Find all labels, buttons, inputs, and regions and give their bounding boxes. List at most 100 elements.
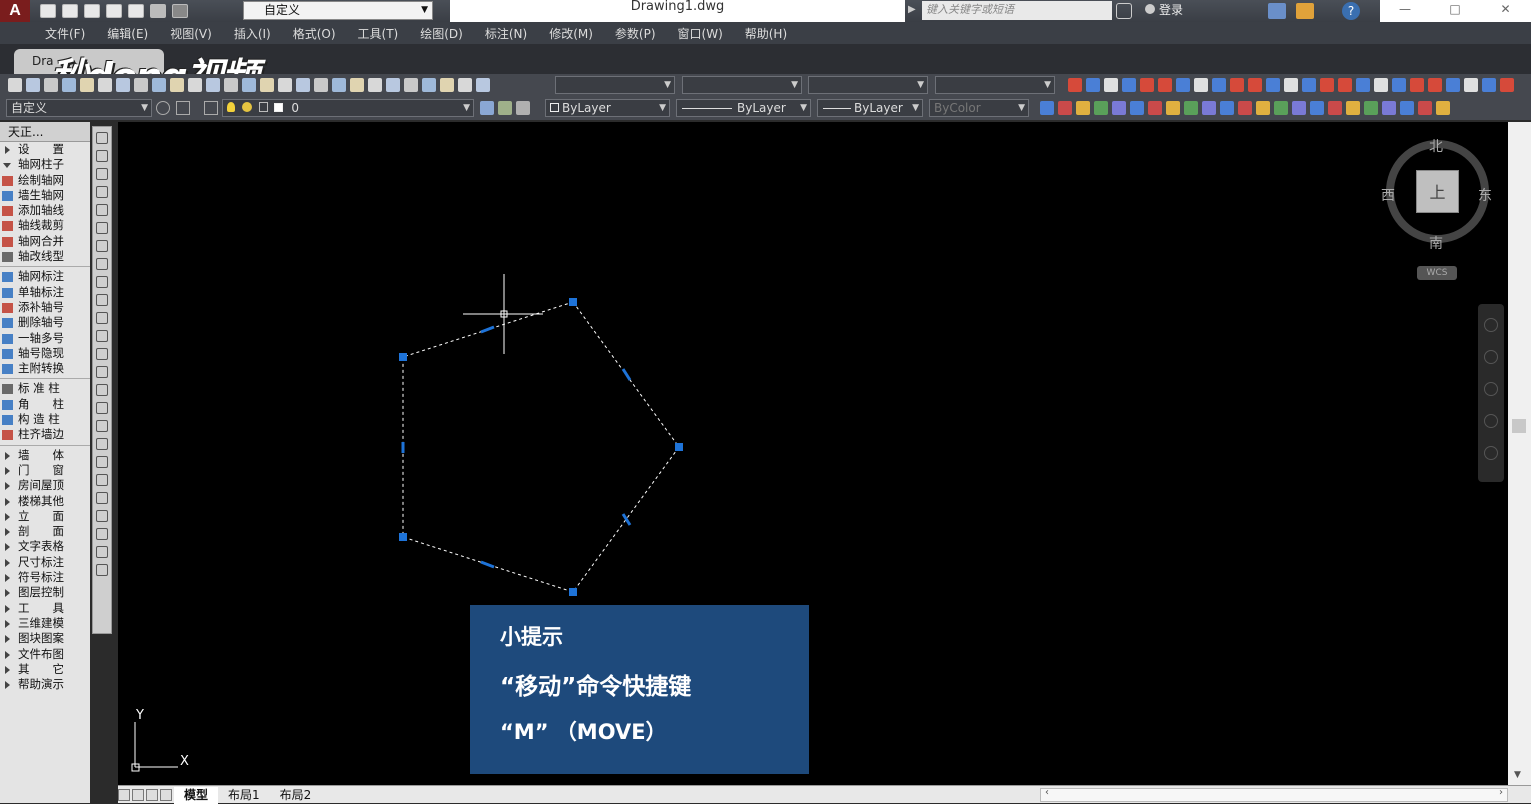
screen-menu-item[interactable]: 角 柱 [0, 397, 90, 412]
layer-match-icon[interactable] [516, 101, 530, 115]
standard-tool-icon[interactable] [8, 78, 22, 92]
tianzheng-tool-icon[interactable] [1382, 101, 1396, 115]
standard-tool-icon[interactable] [386, 78, 400, 92]
draw-tool-icon[interactable] [96, 438, 108, 450]
tianzheng-tool-icon[interactable] [1346, 101, 1360, 115]
orbit-icon[interactable] [1484, 414, 1498, 428]
horizontal-scrollbar[interactable]: ‹ › [1040, 787, 1508, 802]
standard-tool-icon[interactable] [116, 78, 130, 92]
open-file-icon[interactable] [62, 4, 78, 18]
tianzheng-tool-icon[interactable] [1238, 101, 1252, 115]
dimension-tool-icon[interactable] [1302, 78, 1316, 92]
screen-menu-item[interactable]: 图块图案 [0, 631, 90, 646]
standard-tool-icon[interactable] [80, 78, 94, 92]
standard-tool-icon[interactable] [440, 78, 454, 92]
exchange-icon[interactable] [1268, 3, 1286, 19]
screen-menu-item[interactable]: 房间屋顶 [0, 478, 90, 493]
screen-menu-item[interactable]: 绘制轴网 [0, 173, 90, 188]
dimension-tool-icon[interactable] [1428, 78, 1442, 92]
screen-menu-item[interactable]: 剖 面 [0, 524, 90, 539]
draw-tool-icon[interactable] [96, 348, 108, 360]
screen-menu-item[interactable]: 轴网合并 [0, 234, 90, 249]
dimension-tool-icon[interactable] [1464, 78, 1478, 92]
standard-tool-icon[interactable] [368, 78, 382, 92]
layer-previous-icon[interactable] [498, 101, 512, 115]
draw-tool-icon[interactable] [96, 366, 108, 378]
menu-item-4[interactable]: 格式(O) [293, 25, 336, 42]
dimension-tool-icon[interactable] [1104, 78, 1118, 92]
draw-tool-icon[interactable] [96, 330, 108, 342]
menu-item-5[interactable]: 工具(T) [358, 25, 399, 42]
screen-menu-item[interactable]: 添补轴号 [0, 300, 90, 315]
screen-menu-item[interactable]: 工 具 [0, 601, 90, 616]
scroll-right-icon[interactable]: › [1499, 787, 1503, 798]
dimension-tool-icon[interactable] [1122, 78, 1136, 92]
application-menu-button[interactable]: A [0, 0, 30, 22]
screen-menu-item[interactable]: 帮助演示 [0, 677, 90, 692]
draw-tool-icon[interactable] [96, 150, 108, 162]
screen-menu-item[interactable]: 文字表格 [0, 539, 90, 554]
screen-menu-item[interactable]: 立 面 [0, 509, 90, 524]
screen-menu-item[interactable]: 轴线裁剪 [0, 218, 90, 233]
standard-tool-icon[interactable] [314, 78, 328, 92]
midpoint-grips[interactable] [401, 325, 632, 569]
dimension-tool-icon[interactable] [1410, 78, 1424, 92]
screen-menu-item[interactable]: 主附转换 [0, 361, 90, 376]
compass-west[interactable]: 西 [1381, 185, 1395, 205]
new-file-icon[interactable] [40, 4, 56, 18]
screen-menu-item[interactable]: 三维建模 [0, 616, 90, 631]
print-icon[interactable] [128, 4, 144, 18]
menu-item-2[interactable]: 视图(V) [170, 25, 212, 42]
dimension-tool-icon[interactable] [1320, 78, 1334, 92]
dimension-tool-icon[interactable] [1140, 78, 1154, 92]
screen-menu-item[interactable]: 轴号隐现 [0, 346, 90, 361]
text-style-combo[interactable]: ▼ [555, 76, 675, 94]
standard-tool-icon[interactable] [242, 78, 256, 92]
draw-tool-icon[interactable] [96, 546, 108, 558]
tab-layout2[interactable]: 布局2 [270, 787, 322, 804]
screen-menu-item[interactable]: 门 窗 [0, 463, 90, 478]
close-button[interactable]: ✕ [1480, 0, 1531, 22]
dimension-tool-icon[interactable] [1248, 78, 1262, 92]
screen-menu-item[interactable]: 一轴多号 [0, 331, 90, 346]
maximize-button[interactable]: □ [1430, 0, 1480, 22]
draw-tool-icon[interactable] [96, 564, 108, 576]
standard-tool-icon[interactable] [476, 78, 490, 92]
standard-tool-icon[interactable] [422, 78, 436, 92]
wcs-menu[interactable]: WCS [1417, 266, 1457, 280]
screen-menu-item[interactable]: 其 它 [0, 662, 90, 677]
redo-icon[interactable] [172, 4, 188, 18]
compass-east[interactable]: 东 [1478, 185, 1492, 205]
workspace-combo[interactable]: 自定义 ▼ [6, 99, 152, 117]
screen-menu-item[interactable]: 楼梯其他 [0, 494, 90, 509]
dimension-tool-icon[interactable] [1266, 78, 1280, 92]
tianzheng-tool-icon[interactable] [1256, 101, 1270, 115]
pentagon-selected[interactable] [402, 301, 680, 593]
draw-tool-icon[interactable] [96, 528, 108, 540]
menu-item-6[interactable]: 绘图(D) [420, 25, 463, 42]
dimension-tool-icon[interactable] [1158, 78, 1172, 92]
tianzheng-tool-icon[interactable] [1130, 101, 1144, 115]
draw-tool-icon[interactable] [96, 384, 108, 396]
tianzheng-tool-icon[interactable] [1184, 101, 1198, 115]
screen-menu-item[interactable]: 添加轴线 [0, 203, 90, 218]
tianzheng-tool-icon[interactable] [1310, 101, 1324, 115]
dimension-tool-icon[interactable] [1212, 78, 1226, 92]
dimension-tool-icon[interactable] [1446, 78, 1460, 92]
dimension-tool-icon[interactable] [1176, 78, 1190, 92]
standard-tool-icon[interactable] [98, 78, 112, 92]
draw-tool-icon[interactable] [96, 204, 108, 216]
pan-icon[interactable] [1484, 350, 1498, 364]
draw-tool-icon[interactable] [96, 222, 108, 234]
tianzheng-tool-icon[interactable] [1328, 101, 1342, 115]
menu-item-3[interactable]: 插入(I) [234, 25, 271, 42]
save-icon[interactable] [84, 4, 100, 18]
dimension-tool-icon[interactable] [1356, 78, 1370, 92]
standard-tool-icon[interactable] [188, 78, 202, 92]
tab-model[interactable]: 模型 [174, 786, 219, 804]
menu-item-0[interactable]: 文件(F) [45, 25, 85, 42]
screen-menu-item[interactable]: 尺寸标注 [0, 555, 90, 570]
tianzheng-tool-icon[interactable] [1148, 101, 1162, 115]
tianzheng-tool-icon[interactable] [1040, 101, 1054, 115]
standard-tool-icon[interactable] [62, 78, 76, 92]
